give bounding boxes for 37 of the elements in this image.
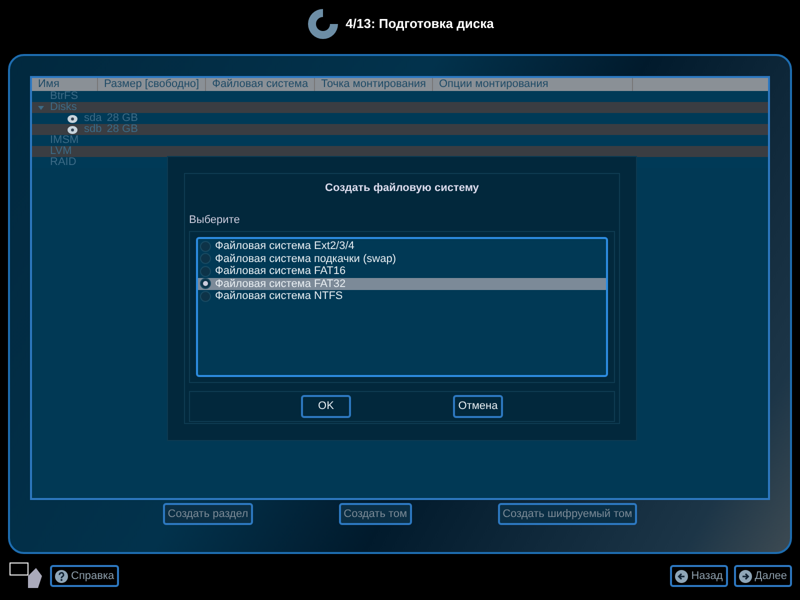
disk-icon [67,114,78,124]
radio-icon[interactable] [200,253,211,264]
cancel-button[interactable]: Отмена [453,395,503,418]
tree-item[interactable]: sda [84,113,102,124]
tree-item[interactable]: IMSM [50,135,79,146]
list-option[interactable]: Файловая система FAT16 [198,265,606,278]
disk-icon [67,124,78,134]
tree-item[interactable]: Disks [50,102,77,113]
encrypted-volume-button[interactable]: Создать раздел [162,502,254,526]
radio-icon[interactable] [200,240,211,252]
help-icon [55,570,68,582]
next-button[interactable]: Далее [734,564,792,588]
logo-drawing [8,562,44,590]
list-option[interactable]: Файловая система NTFS [198,290,606,302]
tree-item[interactable]: LVM [50,146,72,157]
list-option[interactable]: Файловая система подкачки (swap) [198,252,606,265]
logo-icon [306,7,340,41]
window-title: 4/13: Подготовка диска [346,15,494,34]
next-icon [738,570,752,582]
tree-item[interactable]: RAID [50,157,76,168]
dialog-title: Создать файловую систему [324,181,480,196]
list-option[interactable]: Файловая система FAT32 [198,278,606,290]
help-button[interactable]: Справка [50,564,120,588]
radio-icon[interactable] [200,278,211,290]
tree-item[interactable]: BtrFS [50,91,78,102]
back-icon [675,570,688,582]
radio-icon[interactable] [200,266,211,277]
encrypted-volume-button[interactable]: Создать шифруемый том [498,502,638,526]
list-option[interactable]: Файловая система Ext2/3/4 [198,240,606,252]
list-label: Выберите [189,212,241,228]
size-cell: 28 GB [106,113,138,124]
action-button[interactable]: Создать том [338,502,412,526]
size-cell: 28 GB [106,124,138,135]
back-button[interactable]: Назад [670,564,728,588]
tree-item[interactable]: sdb [84,124,102,135]
radio-icon[interactable] [200,290,211,302]
ok-button[interactable]: OK [301,395,351,418]
